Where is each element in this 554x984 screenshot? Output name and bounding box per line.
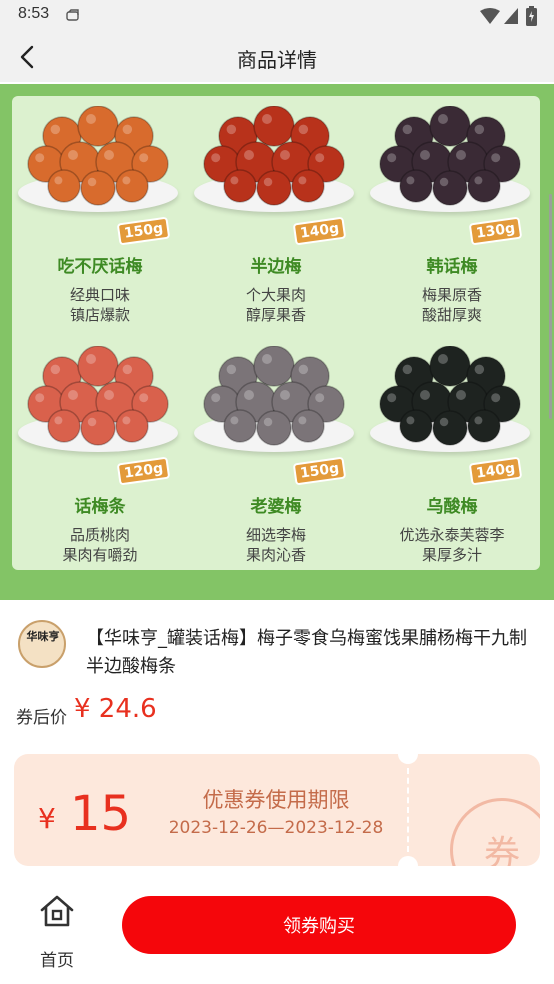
coupon-stamp: 券 [450,798,540,866]
product-variant-name: 话梅条 [74,497,126,517]
status-time: 8:53 [18,5,50,22]
nav-bar: 商品详情 [0,32,554,82]
product-title: 【华味亨_罐装话梅】梅子零食乌梅蜜饯果脯杨梅干九制半边酸梅条 [86,628,527,677]
product-variant-desc: 果肉有嚼劲 [62,546,138,564]
product-image [27,106,169,206]
weight-tag: 140g [468,456,523,486]
scroll-indicator [549,194,552,419]
product-variant-name: 半边梅 [250,257,302,277]
weight-tag: 130g [468,216,523,246]
coupon-currency: ¥ [38,802,56,835]
product-variant-desc: 细选李梅 [245,526,306,544]
coupon-stamp-text: 券 [483,834,520,866]
banner-panel: 150g 吃不厌话梅经典口味镇店爆款 140g 半边梅个大果肉醇厚果香 130g 韩话梅梅… [12,96,540,570]
home-icon [40,895,74,927]
coupon-validity-dates: 2023-12-26—2023-12-28 [168,818,384,838]
weight-tag: 150g [292,456,347,486]
price-label: 券后价 [16,708,67,728]
product-image [379,346,521,446]
product-image [379,106,521,206]
weight-tag: 150g [116,216,171,246]
product-image-carousel[interactable]: 150g 吃不厌话梅经典口味镇店爆款 140g 半边梅个大果肉醇厚果香 130g 韩话梅梅… [0,84,554,600]
price-value: ¥ 24.6 [74,694,157,724]
product-variant-name: 吃不厌话梅 [57,257,143,277]
product-variant-card: 150g 吃不厌话梅经典口味镇店爆款 [12,96,188,326]
signal-icon [504,8,518,24]
product-variant-desc: 果肉沁香 [245,546,306,564]
home-label: 首页 [40,951,74,971]
product-variant-desc: 品质桃肉 [69,526,130,544]
status-bar: 8:53 [0,0,554,32]
product-variant-card: 140g 乌酸梅优选永泰芙蓉李 果厚多汁 [364,336,540,566]
coupon-divider [407,768,409,852]
bottom-action-bar: 首页 领券购买 [0,880,554,984]
notification-icon [66,9,79,21]
product-variant-desc: 镇店爆款 [69,306,130,324]
shop-logo[interactable]: 华味亨 [18,620,66,668]
weight-tag: 120g [116,456,171,486]
product-image [203,346,345,446]
coupon-notch-bottom [398,856,418,866]
page-title: 商品详情 [237,48,317,72]
shop-logo-text: 华味亨 [26,630,60,643]
product-variant-card: 150g 老婆梅细选李梅果肉沁香 [188,336,364,566]
product-image [203,106,345,206]
product-variant-name: 韩话梅 [426,257,478,277]
product-variant-desc: 酸甜厚爽 [421,306,482,324]
product-variant-desc: 醇厚果香 [245,306,306,324]
product-variant-desc: 果厚多汁 [421,546,482,564]
coupon-title: 优惠券使用期限 [202,788,350,812]
get-coupon-buy-button[interactable]: 领券购买 [122,896,516,954]
weight-tag: 140g [292,216,347,246]
product-variant-card: 140g 半边梅个大果肉醇厚果香 [188,96,364,326]
battery-icon [526,6,537,26]
product-variant-card: 120g 话梅条品质桃肉果肉有嚼劲 [12,336,188,566]
coupon-amount: 15 [70,786,132,842]
product-variant-desc: 梅果原香 [421,286,482,304]
product-image [27,346,169,446]
coupon-card[interactable]: ¥ 15 优惠券使用期限 2023-12-26—2023-12-28 券 [14,754,540,866]
wifi-icon [480,8,500,24]
product-variant-desc: 经典口味 [69,286,130,304]
product-variant-desc: 个大果肉 [245,286,306,304]
product-variant-name: 乌酸梅 [426,497,478,517]
home-tab[interactable]: 首页 [30,894,84,971]
product-variant-card: 130g 韩话梅梅果原香酸甜厚爽 [364,96,540,326]
product-variant-name: 老婆梅 [250,497,302,517]
coupon-notch-top [398,754,418,764]
product-variant-desc: 优选永泰芙蓉李 [399,526,505,544]
